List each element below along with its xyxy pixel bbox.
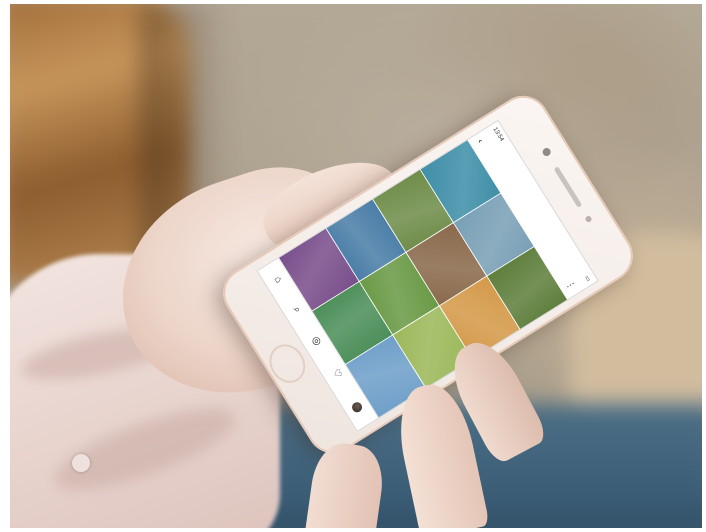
battery-icon: ▭ — [583, 274, 592, 283]
camera-icon[interactable]: ◎ — [309, 334, 323, 347]
back-arrow-icon[interactable]: ‹ — [476, 137, 486, 145]
home-icon[interactable]: ⌂ — [272, 274, 285, 285]
sleeve-button — [72, 454, 90, 472]
earpiece-speaker — [553, 166, 583, 208]
heart-icon[interactable]: ♡ — [330, 367, 344, 380]
search-icon[interactable]: ⌕ — [291, 305, 303, 316]
avatar[interactable] — [350, 400, 365, 415]
front-camera-icon — [541, 146, 553, 158]
photo-scene: 13:54 ▭ ‹ ⋮ ⌂ ⌕ ◎ ♡ — [10, 4, 702, 528]
proximity-sensor — [584, 214, 593, 224]
more-icon[interactable]: ⋮ — [565, 278, 578, 291]
